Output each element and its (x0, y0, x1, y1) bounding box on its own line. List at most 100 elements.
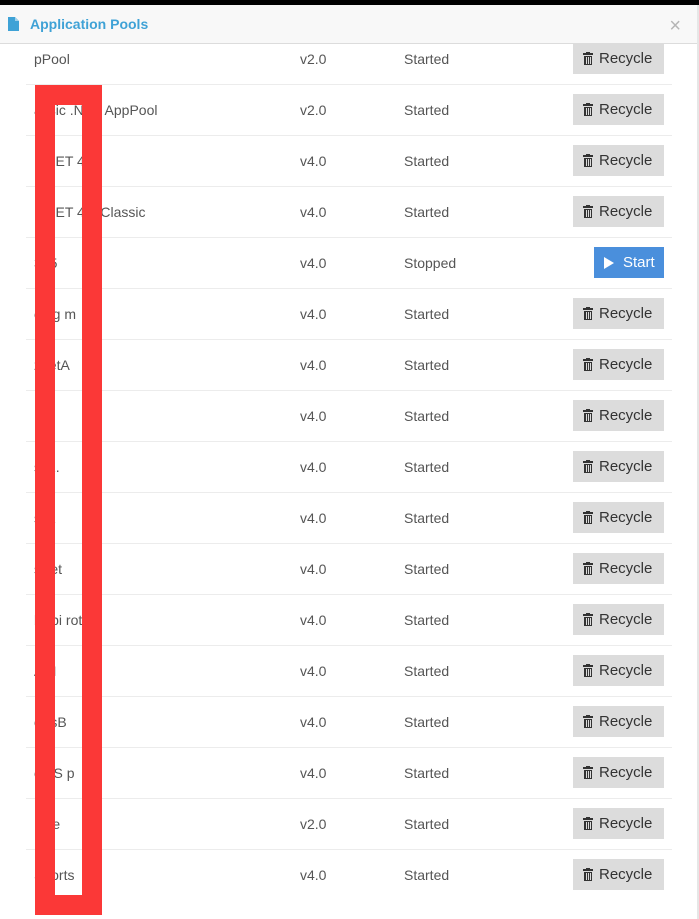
trash-icon (583, 511, 593, 524)
pool-status: Started (404, 459, 450, 475)
pool-row: eetS p v4.0 Started Recycle (26, 748, 672, 799)
pool-runtime-version: v2.0 (300, 102, 327, 118)
trash-icon (583, 409, 593, 422)
trash-icon (583, 817, 593, 830)
pool-status: Started (404, 714, 450, 730)
pool-row: bApi rottle v4.0 Started Recycle (26, 595, 672, 646)
pool-runtime-version: v4.0 (300, 459, 327, 475)
pool-runtime-version: v4.0 (300, 663, 327, 679)
pool-name: sBet (34, 561, 63, 577)
close-button[interactable]: × (669, 16, 681, 36)
button-label: Recycle (599, 152, 653, 169)
trash-icon (583, 205, 593, 218)
pool-runtime-version: v2.0 (300, 816, 327, 832)
pool-row: ortsB v4.0 Started Recycle (26, 697, 672, 748)
pool-runtime-version: v4.0 (300, 204, 327, 220)
pool-status: Started (404, 408, 450, 424)
pool-row: zbetA v4.0 Started Recycle (26, 340, 672, 391)
pool-status: Started (404, 510, 450, 526)
pool-runtime-version: v4.0 (300, 867, 327, 883)
pool-status: Started (404, 102, 450, 118)
trash-icon (583, 358, 593, 371)
pool-name: API (34, 663, 57, 679)
pool-name: P.NET 4.0 Classic (34, 204, 146, 220)
trash-icon (583, 307, 593, 320)
recycle-button[interactable]: Recycle (573, 400, 664, 431)
button-label: Recycle (599, 815, 653, 832)
pool-name: bApi rottle (34, 612, 98, 628)
recycle-button[interactable]: Recycle (573, 502, 664, 533)
button-label: Recycle (599, 458, 653, 475)
recycle-button[interactable]: Recycle (573, 808, 664, 839)
file-icon (8, 17, 19, 31)
pool-status: Started (404, 204, 450, 220)
pool-name: sv2. (34, 459, 60, 475)
button-label: Recycle (599, 50, 653, 67)
button-label: Recycle (599, 407, 653, 424)
pool-name: zbetA (34, 357, 70, 373)
pool-name: eetS p (34, 765, 75, 781)
trash-icon (583, 715, 593, 728)
pool-name: Sports (34, 867, 75, 883)
pool-row: P.NET 4.0 Classic v4.0 Started Recycle (26, 187, 672, 238)
pool-runtime-version: v4.0 (300, 561, 327, 577)
play-icon (604, 256, 614, 269)
recycle-button[interactable]: Recycle (573, 43, 664, 74)
recycle-button[interactable]: Recycle (573, 604, 664, 635)
pool-row: pPool v2.0 Started Recycle (26, 34, 672, 85)
trash-icon (583, 613, 593, 626)
trash-icon (583, 460, 593, 473)
pool-row: sv2 v4.0 Started Recycle (26, 493, 672, 544)
pool-runtime-version: v4.0 (300, 765, 327, 781)
pool-name: pPool (34, 51, 70, 67)
pool-status: Started (404, 561, 450, 577)
button-label: Recycle (599, 203, 653, 220)
pool-status: Started (404, 816, 450, 832)
pool-status: Started (404, 357, 450, 373)
pool-runtime-version: v4.0 (300, 714, 327, 730)
trash-icon (583, 868, 593, 881)
pool-name: ortsB (34, 714, 67, 730)
button-label: Recycle (599, 509, 653, 526)
recycle-button[interactable]: Recycle (573, 145, 664, 176)
trash-icon (583, 562, 593, 575)
button-label: Recycle (599, 560, 653, 577)
trash-icon (583, 52, 593, 65)
recycle-button[interactable]: Recycle (573, 655, 664, 686)
recycle-button[interactable]: Recycle (573, 94, 664, 125)
pool-status: Started (404, 306, 450, 322)
recycle-button[interactable]: Recycle (573, 859, 664, 890)
pool-name: assic .NET AppPool (34, 102, 158, 118)
pool-runtime-version: v4.0 (300, 510, 327, 526)
pool-status: Started (404, 867, 450, 883)
recycle-button[interactable]: Recycle (573, 553, 664, 584)
pool-row: P.Te v2.0 Started Recycle (26, 799, 672, 850)
button-label: Recycle (599, 866, 653, 883)
recycle-button[interactable]: Recycle (573, 451, 664, 482)
pool-name: eing m (34, 306, 77, 322)
pool-status: Started (404, 765, 450, 781)
button-label: Recycle (599, 662, 653, 679)
start-button[interactable]: Start (594, 247, 664, 278)
pool-name: sv2 (34, 510, 56, 526)
button-label: Recycle (599, 356, 653, 373)
pool-status: Stopped (404, 255, 457, 271)
button-label: Recycle (599, 305, 653, 322)
trash-icon (583, 766, 593, 779)
trash-icon (583, 664, 593, 677)
pool-row: 365 v4.0 Stopped Start (26, 238, 672, 289)
dialog-title: Application Pools (30, 16, 149, 32)
recycle-button[interactable]: Recycle (573, 298, 664, 329)
recycle-button[interactable]: Recycle (573, 706, 664, 737)
pool-status: Started (404, 153, 450, 169)
button-label: Start (623, 254, 655, 271)
pool-runtime-version: v4.0 (300, 255, 327, 271)
pool-runtime-version: v4.0 (300, 612, 327, 628)
recycle-button[interactable]: Recycle (573, 757, 664, 788)
recycle-button[interactable]: Recycle (573, 349, 664, 380)
trash-icon (583, 103, 593, 116)
pool-row: P.NET 4.0 v4.0 Started Recycle (26, 136, 672, 187)
pool-runtime-version: v4.0 (300, 306, 327, 322)
recycle-button[interactable]: Recycle (573, 196, 664, 227)
pool-row: API v4.0 Started Recycle (26, 646, 672, 697)
